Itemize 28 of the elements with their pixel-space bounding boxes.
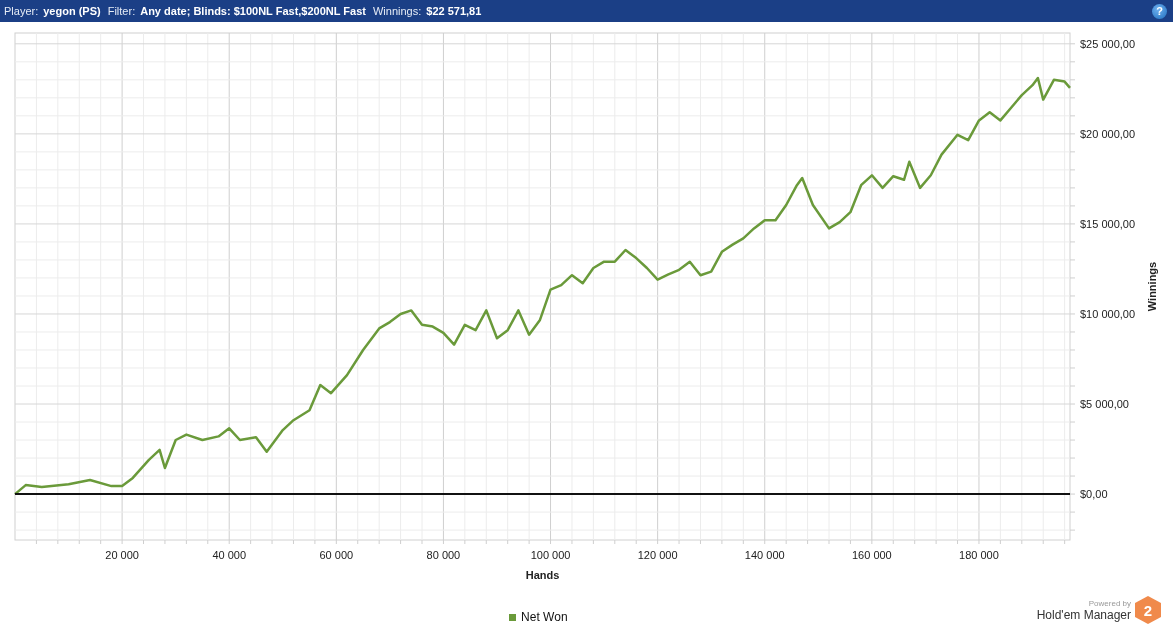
y-axis-title: Winnings [1146,261,1158,312]
y-tick-label: $25 000,00 [1080,37,1136,50]
x-tick-label: 180 000 [959,549,999,561]
x-axis-title: Hands [525,569,560,581]
x-tick-label: 120 000 [637,549,678,561]
x-tick-label: 140 000 [744,549,785,561]
y-tick-label: $20 000,00 [1080,127,1136,140]
header-label: Winnings: [373,5,422,17]
header-value: $22 571,81 [426,5,482,17]
header-value: yegon (PS) [43,5,101,17]
x-tick-label: 160 000 [851,549,892,561]
header-label: Player: [4,5,39,17]
y-tick-label: $0,00 [1080,488,1108,501]
powered-by-text: Powered by [1088,598,1131,608]
product-name: Hold'em Manager [1036,607,1131,622]
x-tick-label: 40 000 [212,549,247,561]
logo-badge: 2 [1135,596,1161,624]
y-tick-label: $10 000,00 [1080,307,1136,320]
legend-label: Net Won [521,610,568,624]
x-tick-label: 60 000 [319,549,354,561]
x-tick-label: 100 000 [530,549,571,561]
x-tick-label: 20 000 [105,549,139,561]
help-button[interactable]: ? [1152,3,1167,19]
y-tick-label: $15 000,00 [1080,217,1136,230]
y-tick-label: $5 000,00 [1080,398,1129,410]
x-tick-label: 80 000 [426,549,461,561]
header-label: Filter: [107,5,136,17]
header-value: Any date; Blinds: $100NL Fast,$200NL Fast [140,5,366,17]
